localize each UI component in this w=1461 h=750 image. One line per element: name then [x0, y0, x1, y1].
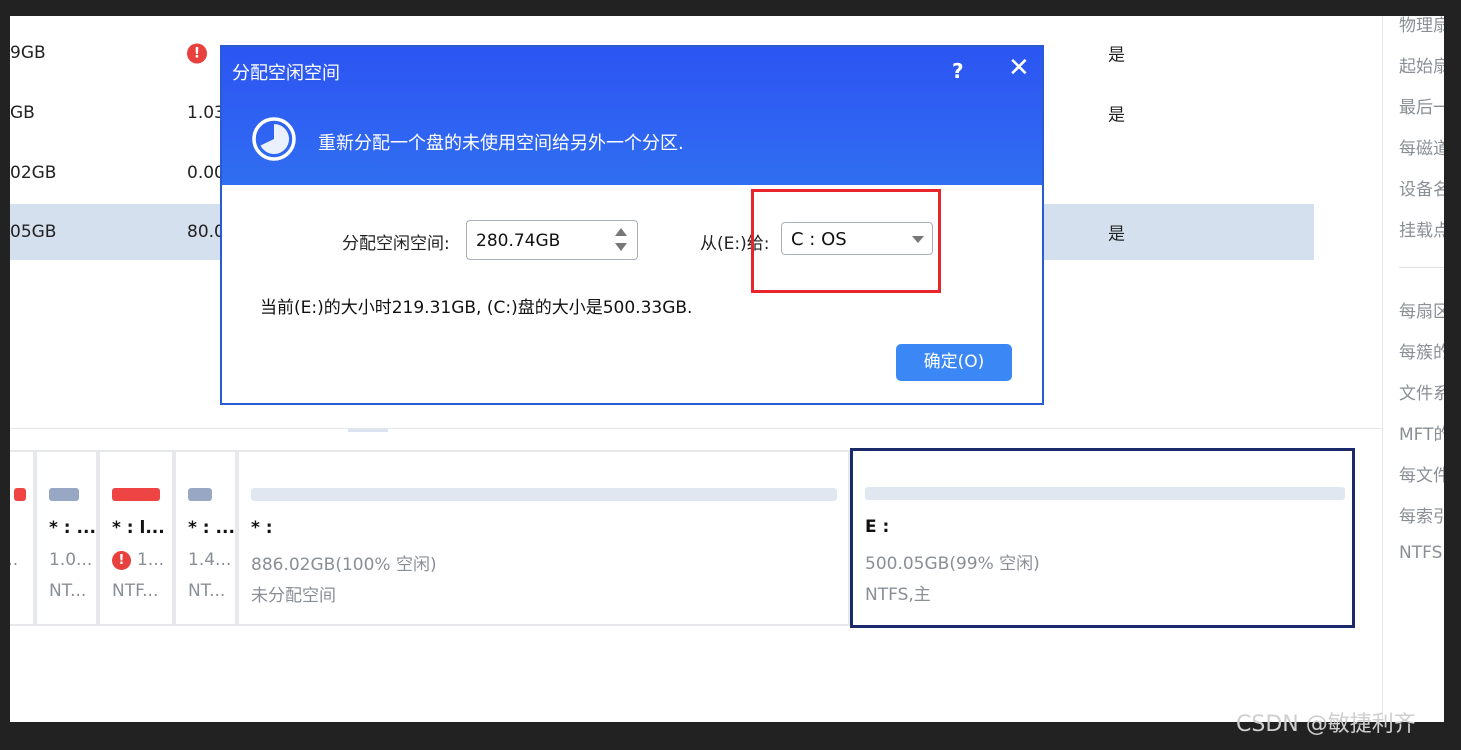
usage-bar — [14, 488, 26, 501]
properties-sidebar: 物理扇 起始扇 最后一 每磁道 设备名 挂载点 每扇区 每簇的 文件系 MFT的… — [1382, 16, 1444, 722]
size-cell: 02GB — [10, 163, 57, 183]
size-info-text: 当前(E:)的大小时219.31GB, (C:)盘的大小是500.33GB. — [260, 298, 693, 318]
partition-name: * : — [251, 518, 273, 538]
allocate-space-dialog: 分配空闲空间 ? ✕ 重新分配一个盘的未使用空间给另外一个分区. 分配空闲空间:… — [220, 45, 1044, 405]
dialog-description: 重新分配一个盘的未使用空间给另外一个分区. — [318, 133, 684, 154]
partition-fs: NTFS,主 — [865, 585, 931, 605]
partition-size: 500.05GB(99% 空闲) — [865, 554, 1040, 574]
flag-cell: 是 — [1108, 224, 1125, 245]
partition-block[interactable]: * : ... 1.4... NT... — [174, 450, 237, 626]
watermark: CSDN @敏捷利齐 — [1236, 712, 1416, 737]
sidebar-item: NTFS — [1399, 543, 1443, 563]
dialog-header: 分配空闲空间 ? ✕ 重新分配一个盘的未使用空间给另外一个分区. — [222, 47, 1042, 185]
partition-block[interactable]: ... — [10, 450, 35, 626]
partition-name: E : — [865, 517, 890, 537]
partition-fs: NT... — [49, 581, 87, 601]
sidebar-item: 物理扇 — [1399, 16, 1444, 36]
warning-icon: ! — [187, 43, 207, 64]
sidebar-divider — [1399, 267, 1444, 268]
alloc-space-label: 分配空闲空间: — [342, 234, 450, 254]
stepper-up-icon[interactable] — [615, 228, 627, 236]
partition-block[interactable]: * : l... ! 1... NTF... — [98, 450, 174, 626]
usage-bar — [188, 488, 212, 501]
sidebar-item: 每索引 — [1399, 507, 1444, 527]
partition-name: * : ... — [188, 518, 235, 538]
ok-button[interactable]: 确定(O) — [896, 344, 1012, 381]
partition-fs: 未分配空间 — [251, 586, 336, 606]
sidebar-item: 每文件 — [1399, 466, 1444, 486]
sidebar-item: 每扇区 — [1399, 302, 1444, 322]
partition-size: 886.02GB(100% 空闲) — [251, 555, 437, 575]
partition-block[interactable]: * : ... 1.0... NT... — [35, 450, 98, 626]
sidebar-item: 设备名 — [1399, 180, 1444, 200]
window-edge — [1444, 0, 1461, 750]
sidebar-item: 每簇的 — [1399, 343, 1444, 363]
alloc-space-stepper[interactable]: 280.74GB — [466, 220, 638, 260]
flag-cell: 是 — [1108, 105, 1125, 126]
red-highlight-annotation — [751, 189, 941, 293]
pie-chart-icon — [252, 117, 296, 161]
size-cell: 05GB — [10, 222, 57, 242]
partition-size: 1.4... — [188, 550, 232, 570]
sidebar-item: 最后一 — [1399, 98, 1444, 118]
flag-cell: 是 — [1108, 45, 1125, 66]
sidebar-item: 每磁道 — [1399, 139, 1444, 159]
size-cell: GB — [10, 103, 35, 123]
partition-name: * : l... — [112, 518, 165, 538]
sidebar-item: 挂载点 — [1399, 221, 1444, 241]
warning-icon: ! — [112, 551, 131, 570]
partition-size: 1.0... — [49, 550, 93, 570]
usage-bar — [112, 488, 160, 501]
help-button[interactable]: ? — [952, 59, 964, 83]
pane-divider — [10, 428, 1382, 429]
partition-size: ... — [10, 550, 19, 570]
sidebar-item: 起始扇 — [1399, 57, 1444, 77]
sidebar-item: 文件系 — [1399, 384, 1444, 404]
usage-bar — [865, 487, 1345, 500]
usage-bar — [251, 488, 837, 501]
size-cell: 9GB — [10, 43, 46, 63]
partition-fs: NTF... — [112, 581, 159, 601]
usage-bar — [49, 488, 79, 501]
stepper-down-icon[interactable] — [615, 243, 627, 251]
partition-size: ! 1... — [112, 550, 164, 570]
dialog-title: 分配空闲空间 — [232, 63, 340, 84]
partition-block-selected[interactable]: E : 500.05GB(99% 空闲) NTFS,主 — [850, 448, 1355, 628]
partition-name: * : ... — [49, 518, 96, 538]
disk-map: ... * : ... 1.0... NT... * : l... !1... … — [10, 448, 1356, 628]
partition-block-unallocated[interactable]: * : 886.02GB(100% 空闲) 未分配空间 — [237, 450, 850, 626]
partition-fs: NT... — [188, 581, 226, 601]
alloc-space-value: 280.74GB — [476, 231, 561, 251]
splitter-handle[interactable] — [348, 429, 388, 432]
close-button[interactable]: ✕ — [1008, 55, 1030, 81]
sidebar-item: MFT的 — [1399, 425, 1444, 445]
